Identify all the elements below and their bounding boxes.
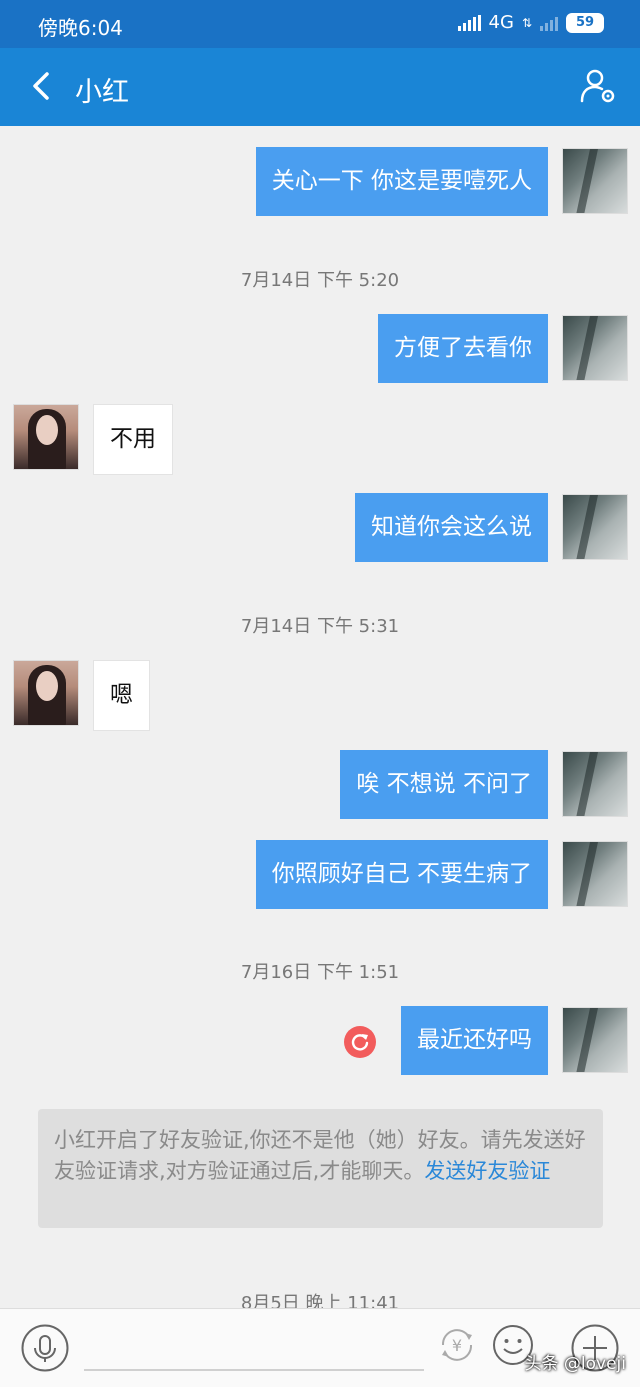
- chevron-left-icon: [33, 72, 49, 100]
- status-bar: 傍晚6:04 4G ⇅ 59: [0, 0, 640, 48]
- status-time: 傍晚6:04: [38, 16, 123, 40]
- send-verification-link[interactable]: 发送好友验证: [424, 1159, 550, 1183]
- sim2-signal-icon: [540, 15, 558, 31]
- svg-text:¥: ¥: [452, 1336, 462, 1355]
- timestamp: 8月5日 晚上 11:41: [240, 1293, 400, 1308]
- contact-avatar[interactable]: [13, 404, 79, 470]
- outgoing-message[interactable]: 唉 不想说 不问了: [340, 750, 548, 819]
- outgoing-message[interactable]: 方便了去看你: [378, 314, 548, 383]
- timestamp: 7月14日 下午 5:20: [240, 270, 400, 291]
- input-bar: ¥ 头条 @loveji: [0, 1308, 640, 1387]
- my-avatar[interactable]: [562, 315, 628, 381]
- timestamp: 7月14日 下午 5:31: [240, 616, 400, 637]
- back-button[interactable]: [22, 66, 62, 106]
- my-avatar[interactable]: [562, 1007, 628, 1073]
- watermark: 头条 @loveji: [524, 1354, 627, 1374]
- chat-area[interactable]: 关心一下 你这是要噎死人 7月14日 下午 5:20 方便了去看你 不用 知道你…: [0, 126, 640, 1308]
- refresh-icon: [351, 1034, 369, 1051]
- outgoing-message[interactable]: 知道你会这么说: [355, 493, 548, 562]
- network-type: 4G: [488, 12, 514, 33]
- nav-bar: 小红: [0, 48, 640, 126]
- chat-title: 小红: [75, 77, 129, 108]
- microphone-icon: [21, 1324, 69, 1372]
- contact-avatar[interactable]: [13, 660, 79, 726]
- outgoing-message[interactable]: 你照顾好自己 不要生病了: [255, 840, 548, 909]
- my-avatar[interactable]: [562, 841, 628, 907]
- red-packet-button[interactable]: ¥: [435, 1323, 479, 1371]
- message-input[interactable]: [84, 1369, 424, 1371]
- contact-settings-button[interactable]: [578, 66, 618, 106]
- my-avatar[interactable]: [562, 148, 628, 214]
- friend-verification-notice: 小红开启了好友验证,你还不是他（她）好友。请先发送好友验证请求,对方验证通过后,…: [38, 1109, 603, 1228]
- outgoing-message[interactable]: 关心一下 你这是要噎死人: [255, 147, 548, 216]
- outgoing-message[interactable]: 最近还好吗: [401, 1006, 548, 1075]
- incoming-message[interactable]: 不用: [93, 404, 173, 475]
- timestamp: 7月16日 下午 1:51: [240, 962, 400, 983]
- my-avatar[interactable]: [562, 751, 628, 817]
- my-avatar[interactable]: [562, 494, 628, 560]
- signal-icon: [457, 14, 481, 31]
- battery-level: 59: [575, 15, 595, 30]
- yuan-transfer-icon: ¥: [441, 1329, 473, 1361]
- battery-icon: 59: [566, 12, 604, 33]
- status-indicators: 4G ⇅ 59: [457, 12, 604, 33]
- voice-button[interactable]: [20, 1323, 70, 1377]
- data-arrows-icon: ⇅: [521, 15, 532, 30]
- user-settings-icon: [580, 69, 615, 103]
- incoming-message[interactable]: 嗯: [93, 660, 150, 731]
- resend-button[interactable]: [344, 1026, 376, 1058]
